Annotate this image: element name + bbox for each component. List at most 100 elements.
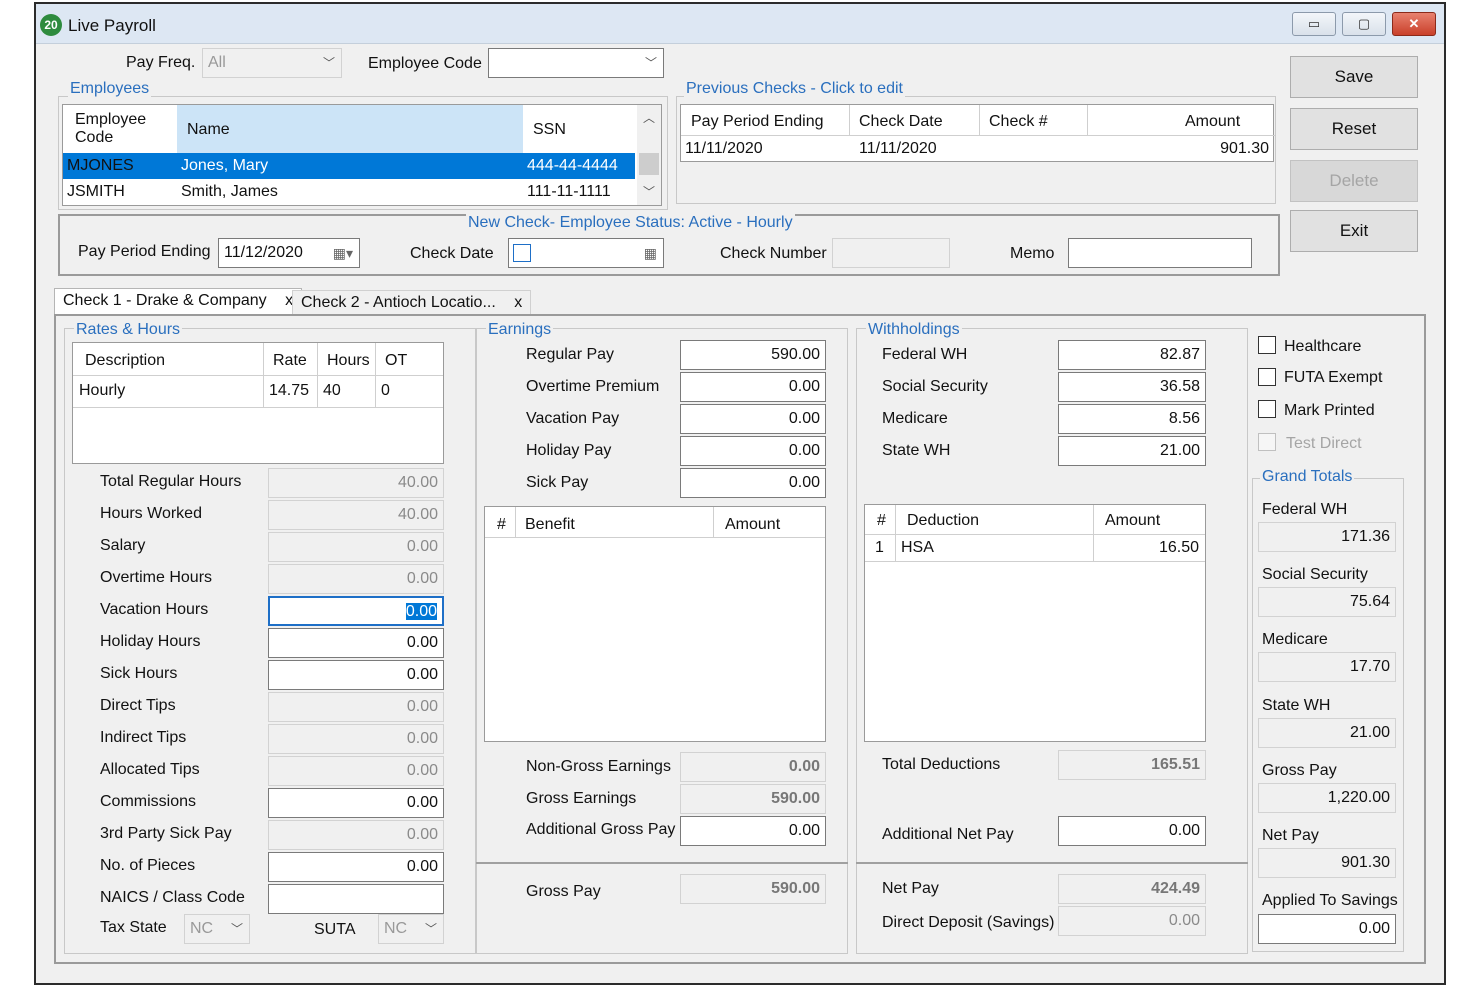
- mark-printed-label: Mark Printed: [1284, 402, 1375, 419]
- amount-column-header[interactable]: Amount: [1185, 113, 1240, 131]
- direct-tips-field[interactable]: 0.00: [268, 692, 444, 722]
- overtime-hours-label: Overtime Hours: [100, 569, 213, 586]
- pay-period-ending-column-header[interactable]: Pay Period Ending: [691, 113, 824, 131]
- header-divider: [485, 537, 825, 538]
- table-row[interactable]: 11/11/2020 11/11/2020 901.30: [681, 137, 1275, 161]
- grand-medicare-value[interactable]: 17.70: [1258, 652, 1396, 682]
- rate-column-header[interactable]: Rate: [273, 352, 307, 370]
- test-direct-label: Test Direct: [1286, 435, 1362, 452]
- sick-hours-field[interactable]: 0.00: [268, 660, 444, 690]
- third-party-sick-pay-field[interactable]: 0.00: [268, 820, 444, 850]
- grand-social-security-value[interactable]: 75.64: [1258, 587, 1396, 617]
- deduction-column-header[interactable]: Deduction: [907, 512, 979, 530]
- additional-gross-pay-field[interactable]: 0.00: [680, 816, 826, 846]
- check-date-field[interactable]: ▦: [508, 238, 664, 268]
- applied-to-savings-value[interactable]: 0.00: [1258, 914, 1396, 944]
- overtime-hours-field[interactable]: 0.00: [268, 564, 444, 594]
- hours-column-header[interactable]: Hours: [327, 352, 370, 370]
- vacation-hours-field[interactable]: 0.00: [268, 596, 444, 626]
- sick-pay-field[interactable]: 0.00: [680, 468, 826, 498]
- benefit-column-header[interactable]: Benefit: [525, 516, 575, 534]
- scroll-down-icon[interactable]: ﹀: [643, 183, 655, 200]
- employee-code-select[interactable]: ﹀: [488, 48, 664, 78]
- tab-check-2[interactable]: Check 2 - Antioch Locatio... x: [292, 290, 532, 316]
- employee-code-column-header[interactable]: Employee Code: [75, 111, 165, 147]
- grand-state-wh-value[interactable]: 21.00: [1258, 718, 1396, 748]
- deduction-name-cell: HSA: [901, 539, 934, 556]
- futa-exempt-label: FUTA Exempt: [1284, 369, 1383, 386]
- vacation-pay-field[interactable]: 0.00: [680, 404, 826, 434]
- previous-checks-group-title[interactable]: Previous Checks - Click to edit: [684, 80, 905, 98]
- delete-button[interactable]: Delete: [1290, 160, 1418, 202]
- social-security-field[interactable]: 36.58: [1058, 372, 1206, 402]
- table-row[interactable]: 1 HSA 16.50: [865, 535, 1205, 561]
- name-column-header[interactable]: Name: [187, 121, 230, 139]
- suta-select[interactable]: NC ﹀: [378, 914, 444, 944]
- pay-freq-value: All: [208, 54, 226, 71]
- medicare-field[interactable]: 8.56: [1058, 404, 1206, 434]
- federal-wh-field[interactable]: 82.87: [1058, 340, 1206, 370]
- check-date-column-header[interactable]: Check Date: [859, 113, 943, 131]
- deduction-number-column-header[interactable]: #: [877, 512, 886, 530]
- indirect-tips-field[interactable]: 0.00: [268, 724, 444, 754]
- pay-freq-label: Pay Freq.: [126, 54, 196, 71]
- grand-federal-wh-value[interactable]: 171.36: [1258, 522, 1396, 552]
- check-number-field[interactable]: [832, 238, 950, 268]
- table-row[interactable]: JSMITH Smith, James 111-11-1111: [63, 179, 635, 205]
- healthcare-checkbox[interactable]: [1258, 336, 1276, 354]
- total-regular-hours-field[interactable]: 40.00: [268, 468, 444, 498]
- additional-net-pay-field[interactable]: 0.00: [1058, 816, 1206, 846]
- gross-earnings-field[interactable]: 590.00: [680, 784, 826, 814]
- total-deductions-field[interactable]: 165.51: [1058, 750, 1206, 780]
- benefit-number-column-header[interactable]: #: [497, 516, 506, 534]
- scroll-up-icon[interactable]: ︿: [643, 109, 655, 126]
- check-number-column-header[interactable]: Check #: [989, 113, 1048, 131]
- naics-class-code-field[interactable]: [268, 884, 444, 914]
- calendar-dropdown-icon[interactable]: ▦▾: [333, 239, 353, 267]
- tax-state-select[interactable]: NC ﹀: [184, 914, 250, 944]
- description-column-header[interactable]: Description: [85, 352, 165, 370]
- test-direct-checkbox[interactable]: [1258, 433, 1276, 451]
- commissions-field[interactable]: 0.00: [268, 788, 444, 818]
- deduction-amount-column-header[interactable]: Amount: [1105, 512, 1160, 530]
- table-row[interactable]: MJONES Jones, Mary 444-44-4444: [63, 153, 635, 179]
- maximize-button[interactable]: ▢: [1342, 12, 1386, 36]
- ssn-column-header[interactable]: SSN: [533, 121, 566, 139]
- save-button[interactable]: Save: [1290, 56, 1418, 98]
- close-window-button[interactable]: ✕: [1392, 12, 1436, 36]
- reset-button[interactable]: Reset: [1290, 108, 1418, 150]
- pay-period-ending-field[interactable]: 11/12/2020 ▦▾: [218, 238, 360, 268]
- direct-deposit-savings-field[interactable]: 0.00: [1058, 906, 1206, 936]
- mark-printed-checkbox[interactable]: [1258, 400, 1276, 418]
- gross-pay-field[interactable]: 590.00: [680, 874, 826, 904]
- net-pay-field[interactable]: 424.49: [1058, 874, 1206, 904]
- number-of-pieces-field[interactable]: 0.00: [268, 852, 444, 882]
- ot-column-header[interactable]: OT: [385, 352, 407, 370]
- memo-field[interactable]: [1068, 238, 1252, 268]
- minimize-button[interactable]: ▭: [1292, 12, 1336, 36]
- allocated-tips-field[interactable]: 0.00: [268, 756, 444, 786]
- non-gross-earnings-field[interactable]: 0.00: [680, 752, 826, 782]
- calendar-icon[interactable]: ▦: [644, 239, 657, 267]
- pay-freq-select[interactable]: All ﹀: [202, 48, 342, 78]
- column-divider: [979, 105, 980, 135]
- table-row[interactable]: Hourly 14.75 40 0: [73, 376, 443, 406]
- holiday-pay-field[interactable]: 0.00: [680, 436, 826, 466]
- salary-field[interactable]: 0.00: [268, 532, 444, 562]
- hours-worked-field[interactable]: 40.00: [268, 500, 444, 530]
- futa-exempt-checkbox[interactable]: [1258, 368, 1276, 386]
- grand-net-pay-value[interactable]: 901.30: [1258, 848, 1396, 878]
- state-wh-field[interactable]: 21.00: [1058, 436, 1206, 466]
- exit-button[interactable]: Exit: [1290, 210, 1418, 252]
- regular-pay-field[interactable]: 590.00: [680, 340, 826, 370]
- employees-scrollbar[interactable]: ︿ ﹀: [637, 105, 661, 205]
- check-date-checkbox[interactable]: [513, 244, 531, 262]
- tab-check-1[interactable]: Check 1 - Drake & Company x: [54, 288, 303, 316]
- holiday-hours-field[interactable]: 0.00: [268, 628, 444, 658]
- overtime-premium-field[interactable]: 0.00: [680, 372, 826, 402]
- direct-tips-label: Direct Tips: [100, 697, 176, 714]
- benefit-amount-column-header[interactable]: Amount: [725, 516, 780, 534]
- close-tab-icon[interactable]: x: [514, 294, 522, 311]
- scroll-thumb[interactable]: [639, 153, 659, 175]
- grand-gross-pay-value[interactable]: 1,220.00: [1258, 783, 1396, 813]
